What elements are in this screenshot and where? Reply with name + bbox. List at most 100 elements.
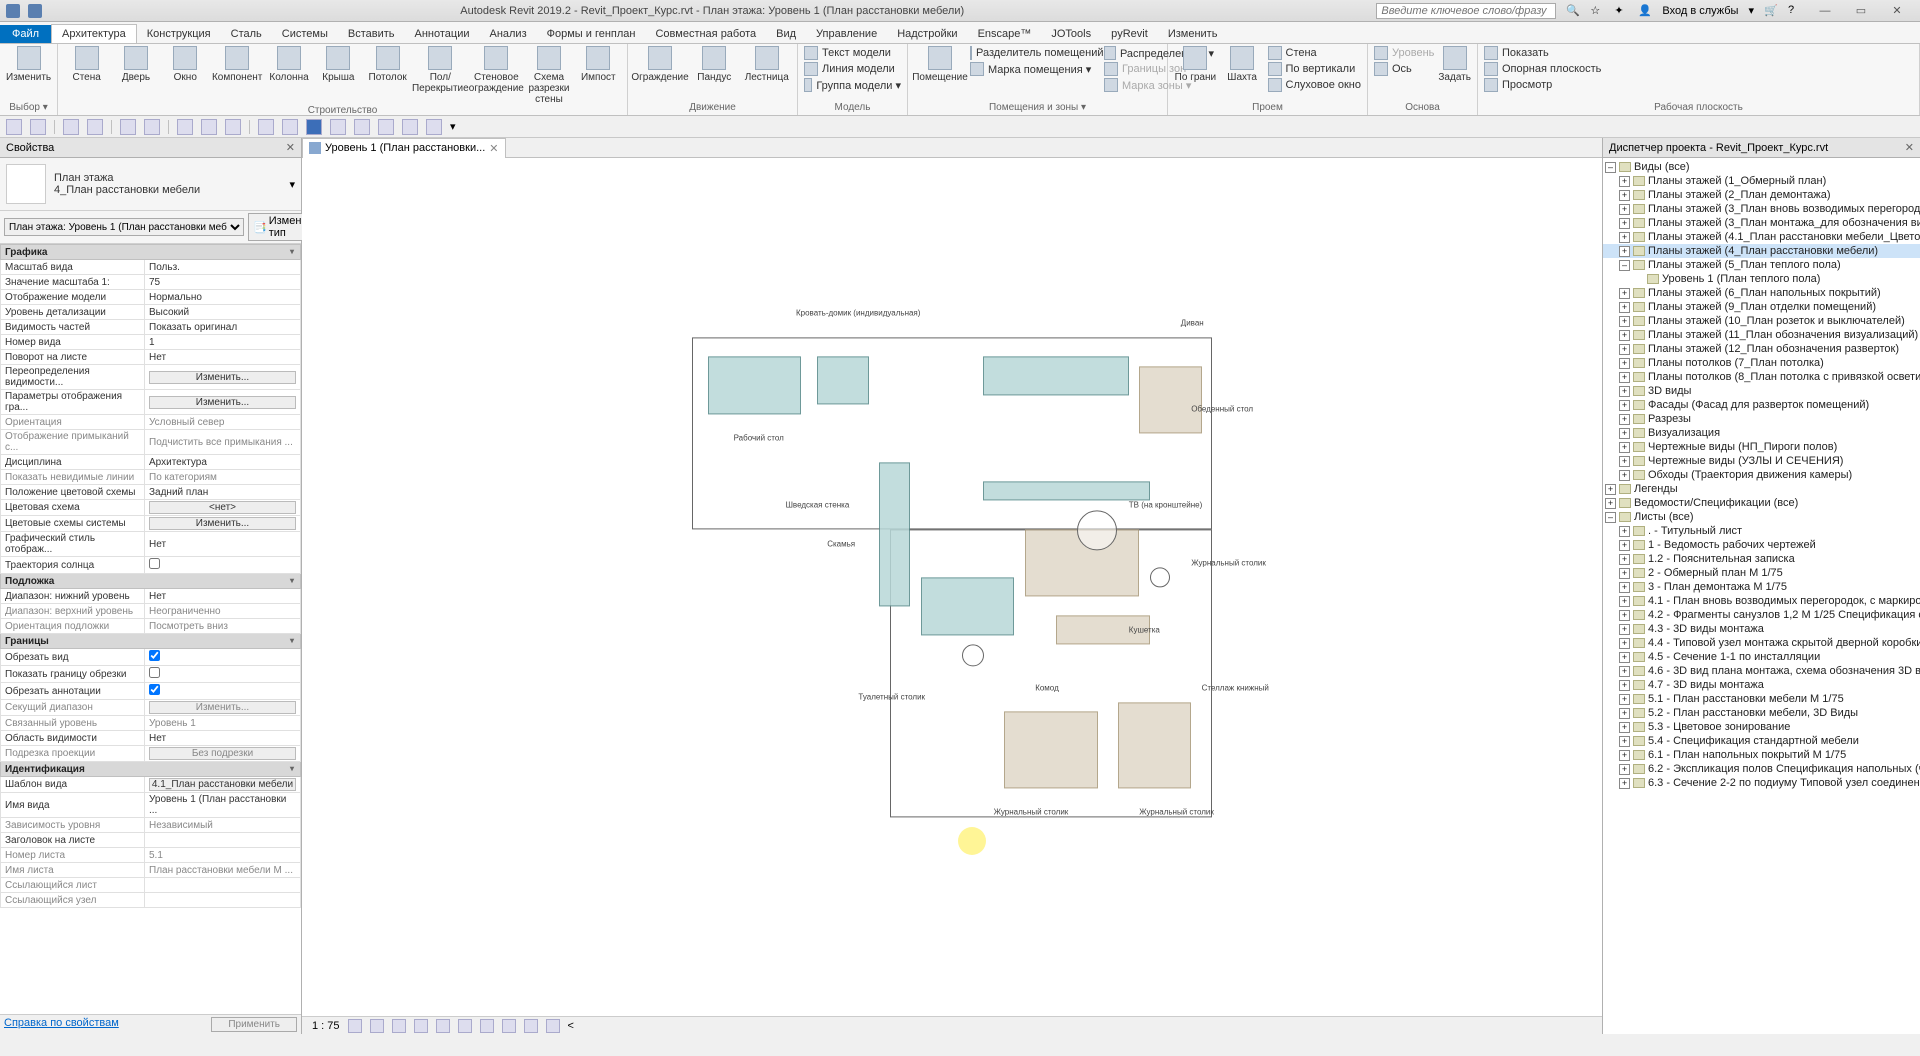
instance-selector[interactable]: План этажа: Уровень 1 (План расстановки … bbox=[4, 218, 244, 236]
ribbon-smallbtn[interactable]: Линия модели bbox=[804, 62, 901, 76]
ribbon-btn[interactable]: Лестница bbox=[743, 46, 792, 102]
prop-row[interactable]: Область видимостиНет bbox=[1, 731, 301, 746]
tree-node[interactable]: +4.1 - План вновь возводимых перегородок… bbox=[1603, 594, 1920, 608]
vcb-crop-icon[interactable] bbox=[458, 1019, 472, 1033]
tree-node[interactable]: –Планы этажей (5_План теплого пола) bbox=[1603, 258, 1920, 272]
apply-button[interactable]: Применить bbox=[211, 1017, 297, 1032]
prop-row[interactable]: Заголовок на листе bbox=[1, 833, 301, 848]
prop-row[interactable]: Имя видаУровень 1 (План расстановки ... bbox=[1, 793, 301, 818]
tree-node[interactable]: +6.2 - Экспликация полов Спецификация на… bbox=[1603, 762, 1920, 776]
ribbon-smallbtn[interactable]: Стена bbox=[1268, 46, 1362, 60]
prop-group-header[interactable]: Границы bbox=[1, 634, 301, 649]
prop-row[interactable]: Масштаб видаПольз. bbox=[1, 260, 301, 275]
tree-node[interactable]: +Обходы (Траектория движения камеры) bbox=[1603, 468, 1920, 482]
search-input[interactable] bbox=[1376, 3, 1556, 19]
tree-node[interactable]: +Планы этажей (10_План розеток и выключа… bbox=[1603, 314, 1920, 328]
qat-3d-icon[interactable] bbox=[258, 119, 274, 135]
qat-switch-icon[interactable] bbox=[354, 119, 370, 135]
ribbon-tab-7[interactable]: Формы и генплан bbox=[537, 25, 646, 43]
prop-row[interactable]: Зависимость уровняНезависимый bbox=[1, 818, 301, 833]
prop-row[interactable]: Ориентация подложкиПосмотреть вниз bbox=[1, 619, 301, 634]
tree-node[interactable]: +Чертежные виды (УЗЛЫ И СЕЧЕНИЯ) bbox=[1603, 454, 1920, 468]
tree-node[interactable]: Уровень 1 (План теплого пола) bbox=[1603, 272, 1920, 286]
prop-row[interactable]: Уровень детализацииВысокий bbox=[1, 305, 301, 320]
qat-open-icon[interactable] bbox=[6, 119, 22, 135]
refplane-button[interactable]: Опорная плоскость bbox=[1484, 62, 1601, 76]
ribbon-tab-13[interactable]: JOTools bbox=[1041, 25, 1101, 43]
ribbon-tab-9[interactable]: Вид bbox=[766, 25, 806, 43]
tree-node[interactable]: +Планы этажей (12_План обозначения разве… bbox=[1603, 342, 1920, 356]
tree-node[interactable]: +3D виды bbox=[1603, 384, 1920, 398]
tree-node[interactable]: +4.4 - Типовой узел монтажа скрытой двер… bbox=[1603, 636, 1920, 650]
drawing-canvas[interactable]: Кровать-домик (индивидуальная) Рабочий с… bbox=[302, 158, 1602, 1016]
vcb-lock-icon[interactable] bbox=[502, 1019, 516, 1033]
tree-node[interactable]: +Планы этажей (3_План вновь возводимых п… bbox=[1603, 202, 1920, 216]
tree-node[interactable]: +2 - Обмерный план М 1/75 bbox=[1603, 566, 1920, 580]
tree-node[interactable]: +5.2 - План расстановки мебели, 3D Виды bbox=[1603, 706, 1920, 720]
close-button[interactable]: ✕ bbox=[1884, 4, 1910, 17]
qat-save-icon[interactable] bbox=[30, 119, 46, 135]
star-icon[interactable]: ☆ bbox=[1590, 4, 1604, 18]
tree-node[interactable]: +Планы этажей (9_План отделки помещений) bbox=[1603, 300, 1920, 314]
globe-icon[interactable]: 🔍 bbox=[1566, 4, 1580, 18]
tree-node[interactable]: +Фасады (Фасад для разверток помещений) bbox=[1603, 398, 1920, 412]
ribbon-btn[interactable]: Импост bbox=[576, 46, 621, 105]
ribbon-tab-14[interactable]: pyRevit bbox=[1101, 25, 1158, 43]
tree-node[interactable]: +Планы этажей (11_План обозначения визуа… bbox=[1603, 328, 1920, 342]
prop-row[interactable]: Значение масштаба 1:75 bbox=[1, 275, 301, 290]
qat-close-icon[interactable] bbox=[330, 119, 346, 135]
prop-row[interactable]: Траектория солнца bbox=[1, 557, 301, 574]
vcb-detail-icon[interactable] bbox=[348, 1019, 362, 1033]
prop-row[interactable]: Ссылающийся узел bbox=[1, 893, 301, 908]
view-tab-close-icon[interactable]: ✕ bbox=[489, 142, 498, 155]
tree-node[interactable]: +Планы этажей (4_План расстановки мебели… bbox=[1603, 244, 1920, 258]
qat-sync-icon[interactable] bbox=[402, 119, 418, 135]
prop-row[interactable]: Диапазон: верхний уровеньНеограниченно bbox=[1, 604, 301, 619]
scale-display[interactable]: 1 : 75 bbox=[312, 1020, 340, 1032]
view-tab-active[interactable]: Уровень 1 (План расстановки... ✕ bbox=[302, 138, 506, 158]
set-button[interactable]: Задать bbox=[1438, 46, 1471, 102]
qat-dim-icon[interactable] bbox=[201, 119, 217, 135]
qat-thin-icon[interactable] bbox=[306, 119, 322, 135]
tree-node[interactable]: +4.7 - 3D виды монтажа bbox=[1603, 678, 1920, 692]
tree-node[interactable]: +1 - Ведомость рабочих чертежей bbox=[1603, 538, 1920, 552]
qat-align-icon[interactable] bbox=[177, 119, 193, 135]
vcb-sun-icon[interactable] bbox=[392, 1019, 406, 1033]
tree-node[interactable]: +5.4 - Спецификация стандартной мебели bbox=[1603, 734, 1920, 748]
show-button[interactable]: Показать bbox=[1484, 46, 1601, 60]
browser-close-icon[interactable]: ✕ bbox=[1905, 141, 1914, 154]
room-button[interactable]: Помещение bbox=[914, 46, 966, 102]
user-icon[interactable]: 👤 bbox=[1638, 4, 1652, 18]
ribbon-tab-8[interactable]: Совместная работа bbox=[645, 25, 766, 43]
tree-node[interactable]: +6.1 - План напольных покрытий М 1/75 bbox=[1603, 748, 1920, 762]
tree-node[interactable]: +. - Титульный лист bbox=[1603, 524, 1920, 538]
ribbon-btn[interactable]: Пандус bbox=[690, 46, 739, 102]
qat-redo-icon[interactable] bbox=[87, 119, 103, 135]
ribbon-btn[interactable]: Ограждение bbox=[634, 46, 686, 102]
tree-node[interactable]: +1.2 - Пояснительная записка bbox=[1603, 552, 1920, 566]
prop-row[interactable]: Отображение моделиНормально bbox=[1, 290, 301, 305]
vcb-style-icon[interactable] bbox=[370, 1019, 384, 1033]
prop-row[interactable]: Поворот на листеНет bbox=[1, 350, 301, 365]
tree-node[interactable]: +5.3 - Цветовое зонирование bbox=[1603, 720, 1920, 734]
prop-group-header[interactable]: Графика bbox=[1, 245, 301, 260]
help-icon[interactable]: ? bbox=[1788, 4, 1802, 18]
tree-node[interactable]: +4.5 - Сечение 1-1 по инсталляции bbox=[1603, 650, 1920, 664]
tree-node[interactable]: +4.2 - Фрагменты санузлов 1,2 М 1/25 Спе… bbox=[1603, 608, 1920, 622]
vcb-shadow-icon[interactable] bbox=[414, 1019, 428, 1033]
prop-row[interactable]: Шаблон вида4.1_План расстановки мебели bbox=[1, 777, 301, 793]
shaft-button[interactable]: Шахта bbox=[1221, 46, 1264, 102]
prop-row[interactable]: Номер листа5.1 bbox=[1, 848, 301, 863]
vcb-temp-icon[interactable] bbox=[524, 1019, 538, 1033]
project-tree[interactable]: –Виды (все)+Планы этажей (1_Обмерный пла… bbox=[1603, 158, 1920, 1034]
login-text[interactable]: Вход в службы bbox=[1662, 5, 1738, 17]
home-icon[interactable] bbox=[28, 4, 42, 18]
file-tab[interactable]: Файл bbox=[0, 25, 51, 43]
tree-node[interactable]: +3 - План демонтажа М 1/75 bbox=[1603, 580, 1920, 594]
ribbon-smallbtn[interactable]: Текст модели bbox=[804, 46, 901, 60]
qat-undo-icon[interactable] bbox=[63, 119, 79, 135]
prop-row[interactable]: Номер вида1 bbox=[1, 335, 301, 350]
login-dropdown-icon[interactable]: ▾ bbox=[1748, 4, 1754, 17]
tree-node[interactable]: +Планы потолков (7_План потолка) bbox=[1603, 356, 1920, 370]
vcb-reveal-icon[interactable] bbox=[546, 1019, 560, 1033]
